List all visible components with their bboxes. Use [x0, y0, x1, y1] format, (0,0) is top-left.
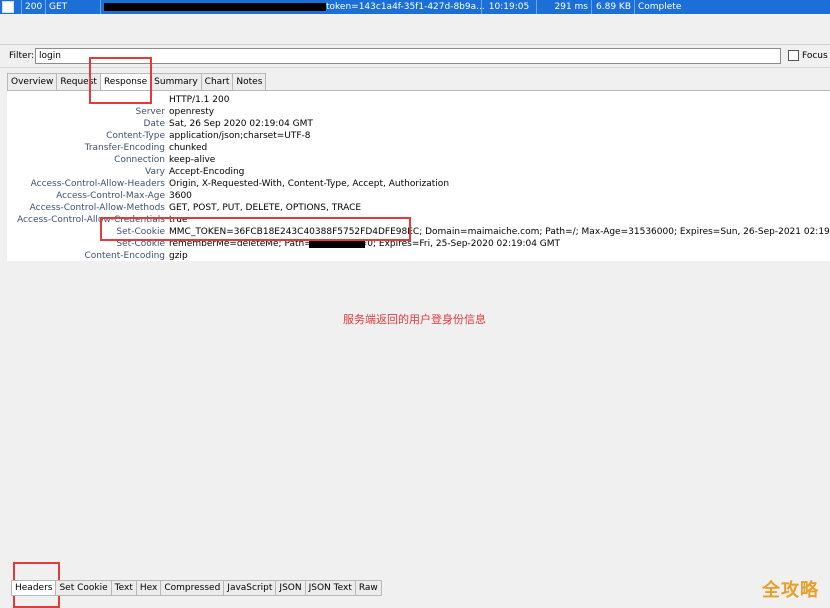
header-name: Content-Type: [106, 131, 165, 141]
header-name: Set-Cookie: [116, 239, 165, 249]
header-value: Origin, X-Requested-With, Content-Type, …: [169, 179, 450, 189]
header-name: Transfer-Encoding: [84, 143, 165, 153]
header-row: Transfer-Encoding chunked: [7, 142, 830, 154]
header-value: MMC_TOKEN=36FCB18E243C40388F5752FD4DFE98…: [169, 227, 830, 237]
status-line: HTTP/1.1 200: [169, 95, 230, 105]
header-name: Date: [143, 119, 165, 129]
header-value: gzip: [169, 251, 188, 261]
header-row: Connection keep-alive: [7, 154, 830, 166]
response-view-tabs: Headers Set Cookie Text Hex Compressed J…: [11, 580, 382, 596]
header-name: Server: [135, 107, 165, 117]
header-name: Connection: [114, 155, 165, 165]
request-type-icon: [0, 0, 22, 14]
header-value: Sat, 26 Sep 2020 02:19:04 GMT: [169, 119, 313, 129]
request-row[interactable]: 200 GET token=143c1a4f-35f1-427d-8b9a...…: [0, 0, 830, 14]
tab-response[interactable]: Response: [99, 73, 152, 91]
request-time: 10:19:05: [482, 0, 537, 14]
tab-summary[interactable]: Summary: [150, 73, 202, 90]
header-row: Access-Control-Allow-Credentials true: [7, 214, 830, 226]
redacted-url: [104, 2, 326, 11]
header-row-set-cookie-rememberme: Set-Cookie rememberMe=deleteMe; Path=/; …: [7, 238, 830, 250]
header-name: Content-Encoding: [84, 251, 165, 261]
watermark-logo: 全攻略: [762, 580, 819, 601]
focus-toggle[interactable]: Focus: [788, 50, 828, 61]
header-row: Content-Encoding gzip: [7, 250, 830, 262]
header-row: Access-Control-Max-Age 3600: [7, 190, 830, 202]
redacted-path: [309, 240, 365, 248]
header-row: Server openresty: [7, 106, 830, 118]
header-name: Access-Control-Allow-Credentials: [17, 215, 165, 225]
request-url: token=143c1a4f-35f1-427d-8b9a...: [101, 0, 485, 14]
header-name: Access-Control-Max-Age: [56, 191, 165, 201]
header-name: Access-Control-Allow-Methods: [29, 203, 165, 213]
request-method: GET: [46, 0, 101, 14]
header-row-set-cookie-token: Set-Cookie MMC_TOKEN=36FCB18E243C40388F5…: [7, 226, 830, 238]
tab-chart[interactable]: Chart: [200, 73, 234, 90]
header-value: GET, POST, PUT, DELETE, OPTIONS, TRACE: [169, 203, 362, 213]
filter-bar: Filter: Focus: [0, 45, 830, 68]
tab-text[interactable]: Text: [110, 580, 137, 596]
header-name: Vary: [145, 167, 165, 177]
tab-request[interactable]: Request: [56, 73, 101, 90]
header-value: Accept-Encoding: [169, 167, 245, 177]
request-url-fragment: token=143c1a4f-35f1-427d-8b9a...: [326, 2, 485, 12]
annotation-text: 服务端返回的用户登身份信息: [343, 313, 486, 326]
header-name: Access-Control-Allow-Headers: [30, 179, 165, 189]
header-row: Content-Type application/json;charset=UT…: [7, 130, 830, 142]
header-row: Vary Accept-Encoding: [7, 166, 830, 178]
tab-javascript[interactable]: JavaScript: [223, 580, 277, 596]
tab-hex[interactable]: Hex: [135, 580, 162, 596]
header-value: application/json;charset=UTF-8: [169, 131, 311, 141]
header-value: true: [169, 215, 188, 225]
focus-label: Focus: [802, 50, 828, 61]
request-state: Complete: [638, 2, 682, 12]
request-status: 200: [22, 0, 46, 14]
header-row: Access-Control-Allow-Methods GET, POST, …: [7, 202, 830, 214]
tab-set-cookie[interactable]: Set Cookie: [55, 580, 112, 596]
header-value: keep-alive: [169, 155, 216, 165]
tab-json-text[interactable]: JSON Text: [304, 580, 356, 596]
tab-compressed[interactable]: Compressed: [160, 580, 225, 596]
tab-notes[interactable]: Notes: [232, 73, 267, 90]
tab-raw[interactable]: Raw: [354, 580, 382, 596]
filter-label: Filter:: [9, 51, 35, 61]
header-name: Set-Cookie: [116, 227, 165, 237]
header-row: Access-Control-Allow-Headers Origin, X-R…: [7, 178, 830, 190]
filter-input[interactable]: [35, 48, 781, 64]
request-list-empty-area: [0, 14, 830, 45]
request-duration: 291 ms: [537, 0, 592, 14]
header-value: openresty: [169, 107, 215, 117]
tab-overview[interactable]: Overview: [7, 73, 58, 90]
detail-tabs: Overview Request Response Summary Chart …: [7, 73, 267, 91]
header-value: 3600: [169, 191, 192, 201]
response-headers-panel: HTTP/1.1 200 Server openresty Date Sat, …: [7, 90, 830, 261]
tab-headers[interactable]: Headers: [11, 580, 57, 596]
header-value: chunked: [169, 143, 208, 153]
tab-json[interactable]: JSON: [275, 580, 306, 596]
focus-checkbox[interactable]: [788, 50, 799, 61]
request-size: 6.89 KB: [592, 0, 635, 14]
header-row: Date Sat, 26 Sep 2020 02:19:04 GMT: [7, 118, 830, 130]
header-status-row: HTTP/1.1 200: [7, 94, 830, 106]
